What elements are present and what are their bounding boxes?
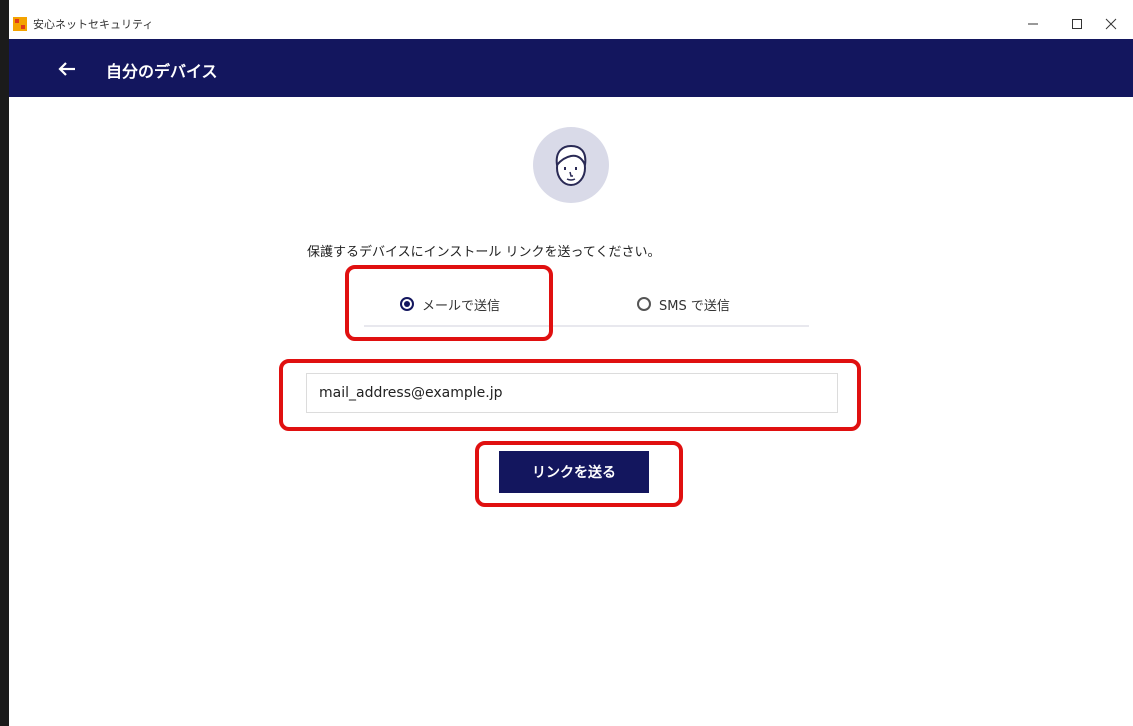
maximize-icon [1072,19,1082,29]
option-divider [364,325,809,327]
send-by-sms-option[interactable]: SMS で送信 [637,292,730,316]
send-link-button[interactable]: リンクを送る [499,451,649,493]
close-button[interactable] [1089,9,1133,39]
back-button[interactable] [55,57,79,81]
app-window: 安心ネットセキュリティ 自分のデバイス 保護するデバイスにインストール リンクを… [9,9,1133,726]
radio-selected-icon[interactable] [400,297,414,311]
instruction-text: 保護するデバイスにインストール リンクを送ってください。 [307,245,661,260]
avatar [533,127,609,203]
email-field[interactable] [306,373,838,413]
app-logo-icon [13,17,27,31]
send-by-email-option[interactable]: メールで送信 [400,292,500,316]
window-title: 安心ネットセキュリティ [33,18,154,31]
person-face-icon [555,145,587,186]
close-icon [1105,18,1117,30]
email-option-label: メールで送信 [422,298,501,314]
app-header: 自分のデバイス [9,39,1133,97]
background-strip [0,0,9,726]
arrow-left-icon [58,62,75,76]
minimize-icon [1028,23,1038,25]
minimize-button[interactable] [1011,9,1055,39]
title-bar: 安心ネットセキュリティ [9,9,1133,39]
page-title: 自分のデバイス [106,62,218,81]
sms-option-label: SMS で送信 [659,298,730,314]
radio-unselected-icon[interactable] [637,297,651,311]
